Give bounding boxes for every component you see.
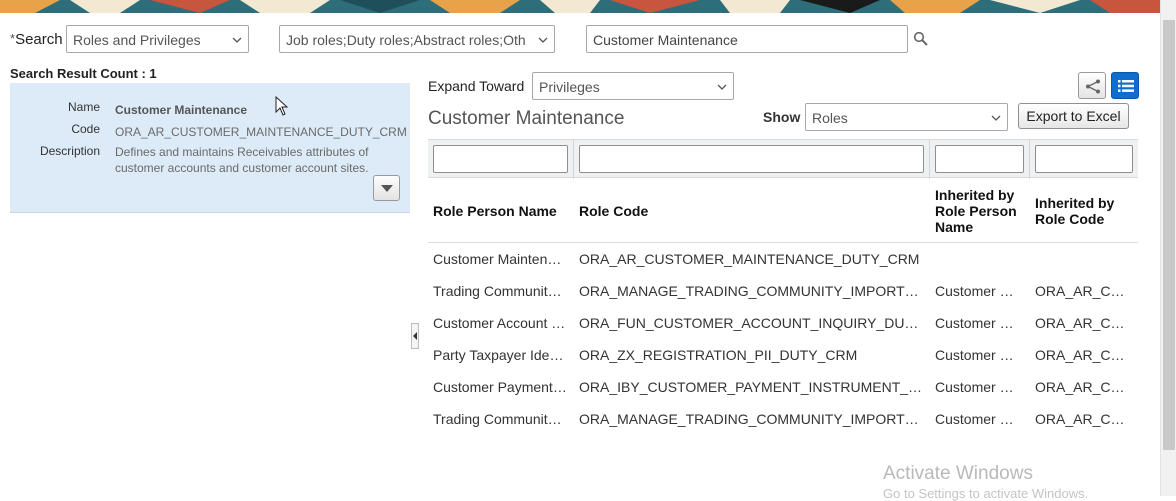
code-value: ORA_AR_CUSTOMER_MAINTENANCE_DUTY_CRM [115,125,407,139]
mouse-cursor-icon [275,96,289,116]
expand-toward-value: Privileges [539,79,600,95]
dropdown-triangle-icon [381,185,393,192]
filter-role-person-name[interactable] [433,145,568,173]
header-line: Inherited by [1035,195,1115,211]
cell-inherited-person-name: Customer … [935,411,1014,427]
show-label: Show [763,109,801,125]
header-line: Role Code [1035,211,1105,227]
role-types-value: Job roles;Duty roles;Abstract roles;Oth [286,32,526,48]
cell-inherited-person-name: Customer … [935,379,1014,395]
filter-inherited-by-person-name[interactable] [935,145,1024,173]
chevron-down-icon [538,37,548,43]
cell-inherited-code: ORA_AR_C… [1035,411,1125,427]
role-types-select[interactable]: Job roles;Duty roles;Abstract roles;Oth [279,25,555,53]
cell-role-person-name: Customer Payment… [433,379,567,395]
activation-watermark-subtitle: Go to Settings to activate Windows. [883,486,1089,501]
chevron-down-icon [232,37,242,43]
search-type-select[interactable]: Roles and Privileges [66,25,249,53]
header-line: Name [935,219,974,235]
expand-toward-select[interactable]: Privileges [532,72,734,100]
search-label-text: Search [15,31,63,48]
cell-role-code: ORA_IBY_CUSTOMER_PAYMENT_INSTRUMENT_… [579,379,923,395]
column-header-inherited-by-person-name[interactable]: Inherited by Role Person Name [935,187,1017,235]
cell-inherited-code: ORA_AR_C… [1035,283,1125,299]
column-separator [1029,140,1030,179]
description-line-2: customer accounts and customer account s… [115,161,369,175]
result-card[interactable]: Name Customer Maintenance Code ORA_AR_CU… [10,83,410,213]
cell-inherited-person-name: Customer … [935,283,1014,299]
activation-watermark-title: Activate Windows [883,463,1033,484]
search-type-value: Roles and Privileges [73,32,201,48]
search-label: *Search [10,31,63,48]
cell-inherited-code: ORA_AR_C… [1035,379,1125,395]
column-separator [573,140,574,179]
pane-splitter-handle[interactable] [411,323,419,349]
cell-inherited-person-name: Customer … [935,315,1014,331]
chevron-down-icon [991,115,1001,121]
chevron-down-icon [717,84,727,90]
table-view-button[interactable] [1111,72,1139,99]
list-icon [1118,80,1134,92]
scrollbar-thumb[interactable] [1163,20,1175,450]
page-scrollbar[interactable] [1160,0,1176,496]
cell-inherited-code: ORA_AR_C… [1035,315,1125,331]
collapse-left-icon [413,332,417,340]
search-input-value: Customer Maintenance [593,32,738,48]
header-divider [428,242,1138,243]
header-line: Inherited by [935,187,1015,203]
filter-role-code[interactable] [579,145,924,173]
cell-role-person-name: Trading Communit… [433,411,562,427]
cell-role-person-name: Customer Mainten… [433,251,562,267]
search-result-count: Search Result Count : 1 [10,66,157,81]
description-key: Description [39,144,100,158]
cell-role-code: ORA_AR_CUSTOMER_MAINTENANCE_DUTY_CRM [579,251,920,267]
expand-toward-label: Expand Toward [428,78,525,94]
cell-role-code: ORA_ZX_REGISTRATION_PII_DUTY_CRM [579,347,858,363]
column-separator [929,140,930,179]
cell-role-person-name: Trading Communit… [433,283,562,299]
header-line: Role Person [935,203,1017,219]
search-icon[interactable] [913,31,929,47]
show-select-value: Roles [812,110,848,126]
hierarchy-icon [1086,79,1100,94]
name-value[interactable]: Customer Maintenance [115,103,247,117]
code-key: Code [71,122,100,136]
panel-title: Customer Maintenance [428,108,625,129]
cell-inherited-code: ORA_AR_C… [1035,347,1125,363]
header-banner [0,0,1160,13]
card-actions-button[interactable] [373,175,400,201]
filter-inherited-by-code[interactable] [1035,145,1133,173]
export-to-excel-button[interactable]: Export to Excel [1018,103,1129,129]
cell-role-code: ORA_MANAGE_TRADING_COMMUNITY_IMPORT… [579,283,919,299]
description-line-1: Defines and maintains Receivables attrib… [115,145,369,159]
cell-inherited-person-name: Customer … [935,347,1014,363]
cell-role-person-name: Customer Account … [433,315,566,331]
search-input[interactable]: Customer Maintenance [586,25,908,53]
cell-role-person-name: Party Taxpayer Ide… [433,347,564,363]
graph-view-button[interactable] [1078,72,1106,99]
column-header-role-code[interactable]: Role Code [579,203,648,219]
cell-role-code: ORA_FUN_CUSTOMER_ACCOUNT_INQUIRY_DU… [579,315,919,331]
filter-row [428,139,1138,179]
name-key: Name [67,100,100,114]
cell-role-code: ORA_MANAGE_TRADING_COMMUNITY_IMPORT… [579,411,919,427]
column-header-role-person-name[interactable]: Role Person Name [433,203,557,219]
show-select[interactable]: Roles [805,103,1008,131]
column-header-inherited-by-code[interactable]: Inherited by Role Code [1035,195,1114,227]
